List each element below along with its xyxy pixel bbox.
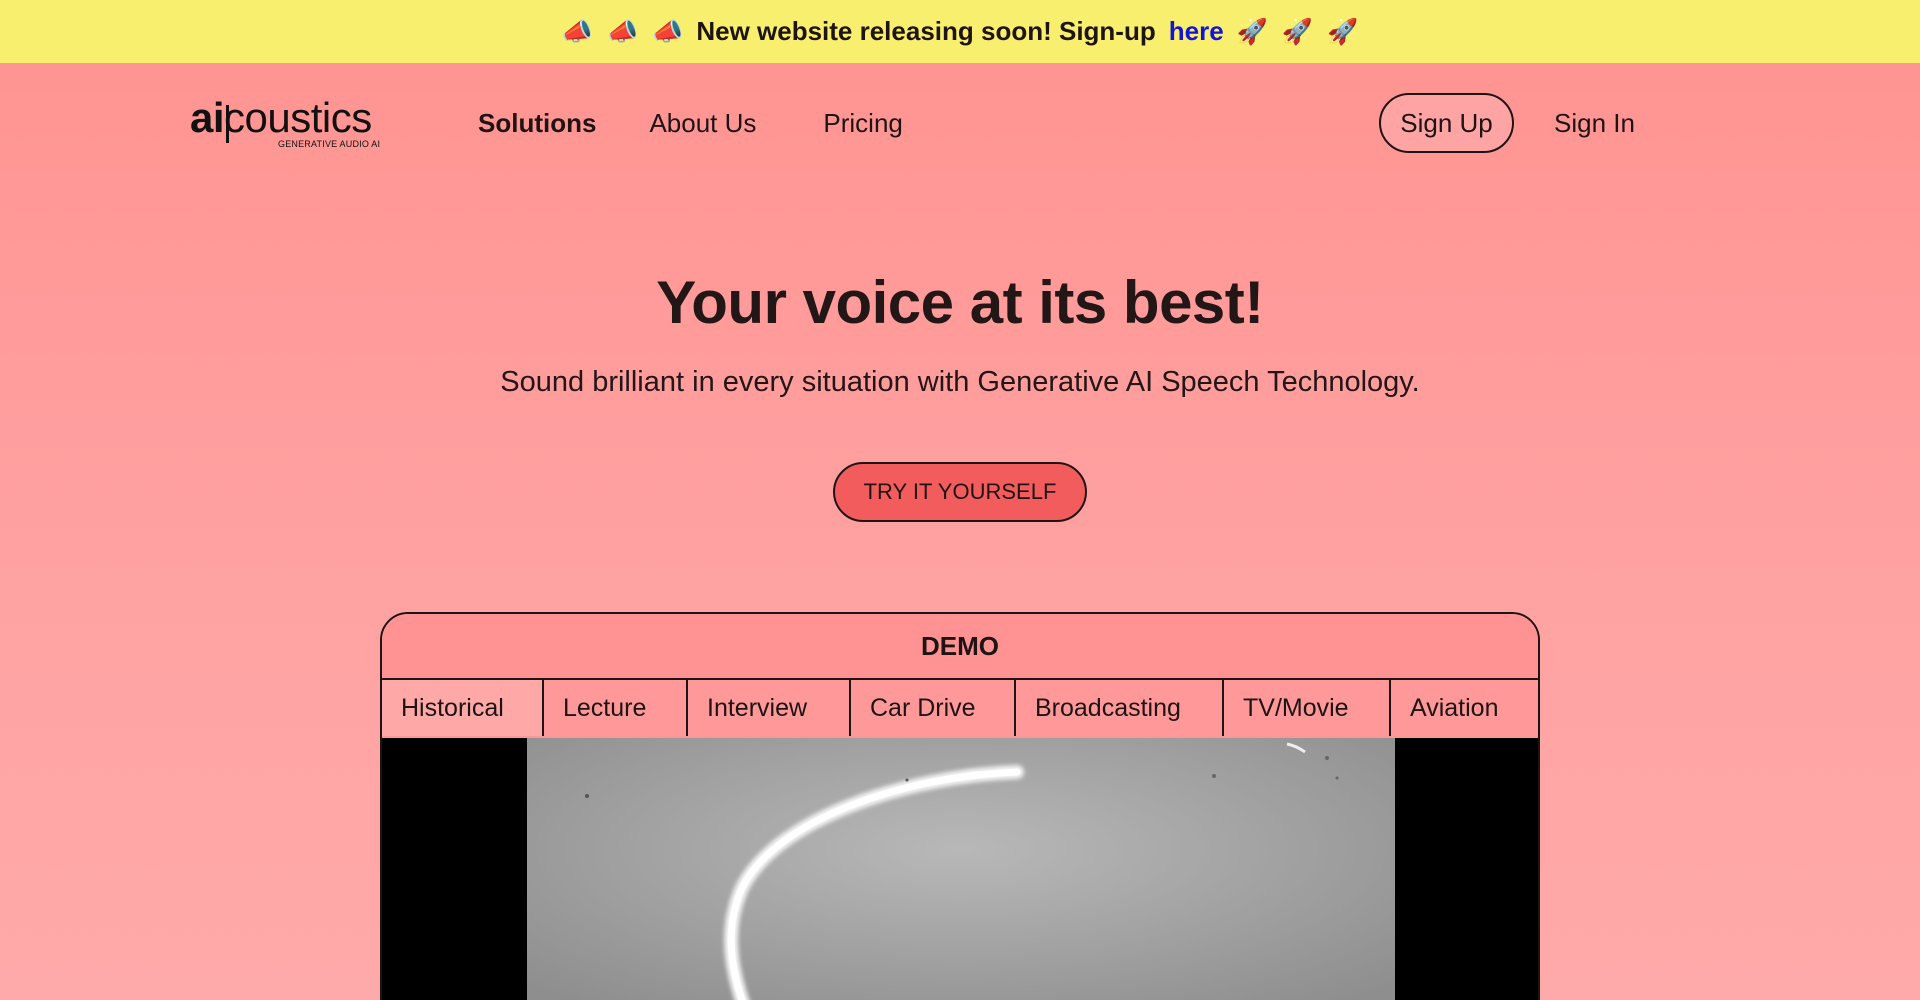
try-it-yourself-button[interactable]: TRY IT YOURSELF xyxy=(833,462,1087,522)
tab-aviation[interactable]: Aviation xyxy=(1391,680,1538,736)
nav-item-about-us[interactable]: About Us xyxy=(649,108,756,139)
tab-tv-movie[interactable]: TV/Movie xyxy=(1224,680,1391,736)
nav-item-pricing[interactable]: Pricing xyxy=(823,108,902,139)
rocket-icon: 🚀 xyxy=(1236,16,1268,46)
rocket-icon: 🚀 xyxy=(1281,16,1313,46)
announcement-signup-link[interactable]: here xyxy=(1169,16,1224,47)
logo-tagline: GENERATIVE AUDIO AI xyxy=(278,139,381,149)
demo-panel: DEMO Historical Lecture Interview Car Dr… xyxy=(380,612,1540,1000)
demo-title: DEMO xyxy=(382,614,1538,680)
logo-bar xyxy=(226,105,229,143)
tab-interview[interactable]: Interview xyxy=(688,680,851,736)
main-nav: Solutions About Us Pricing xyxy=(478,63,903,183)
megaphone-icon: 📣 xyxy=(652,16,684,46)
logo-wordmark: aicoustics xyxy=(190,94,372,141)
sign-up-button[interactable]: Sign Up xyxy=(1379,93,1514,153)
tab-historical[interactable]: Historical xyxy=(382,680,544,736)
site-header: aicoustics GENERATIVE AUDIO AI Solutions… xyxy=(0,63,1920,183)
announcement-bar: 📣 📣 📣 New website releasing soon! Sign-u… xyxy=(0,0,1920,63)
hero-title: Your voice at its best! xyxy=(656,269,1264,336)
sign-in-link[interactable]: Sign In xyxy=(1554,93,1635,153)
demo-tabs: Historical Lecture Interview Car Drive B… xyxy=(382,680,1538,736)
aicoustics-logo[interactable]: aicoustics GENERATIVE AUDIO AI xyxy=(190,95,380,151)
megaphone-icon: 📣 xyxy=(561,16,594,46)
demo-video-player[interactable] xyxy=(382,738,1538,1000)
tab-lecture[interactable]: Lecture xyxy=(544,680,688,736)
tab-car-drive[interactable]: Car Drive xyxy=(851,680,1016,736)
tab-broadcasting[interactable]: Broadcasting xyxy=(1016,680,1224,736)
hero-subtitle: Sound brilliant in every situation with … xyxy=(500,366,1420,398)
megaphone-icon: 📣 xyxy=(607,16,639,46)
video-frame xyxy=(527,738,1395,1000)
nav-item-solutions[interactable]: Solutions xyxy=(478,108,596,139)
rocket-icon: 🚀 xyxy=(1326,16,1359,46)
announcement-text: New website releasing soon! Sign-up xyxy=(696,16,1156,46)
